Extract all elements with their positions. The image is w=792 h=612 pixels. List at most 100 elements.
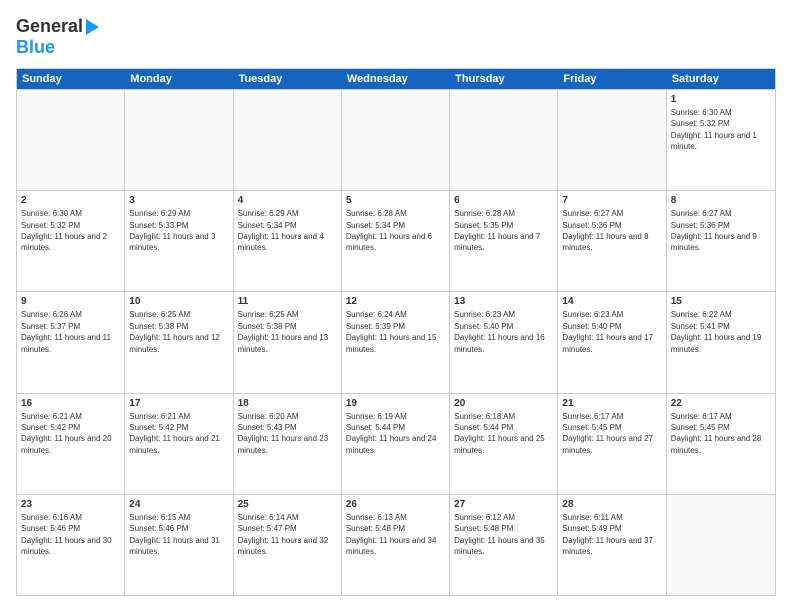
cal-cell: 2 Sunrise: 6:30 AM Sunset: 5:32 PM Daylig… bbox=[17, 191, 125, 291]
page: General Blue SundayMondayTuesdayWednesda… bbox=[0, 0, 792, 612]
day-number: 28 bbox=[562, 498, 661, 511]
cal-cell bbox=[342, 90, 450, 190]
header: General Blue bbox=[16, 16, 776, 58]
cell-info: Sunrise: 6:19 AM Sunset: 5:44 PM Dayligh… bbox=[346, 412, 437, 455]
cell-info: Sunrise: 6:30 AM Sunset: 5:32 PM Dayligh… bbox=[21, 209, 107, 252]
day-number: 16 bbox=[21, 397, 120, 410]
cell-info: Sunrise: 6:21 AM Sunset: 5:42 PM Dayligh… bbox=[129, 412, 220, 455]
cal-cell: 23 Sunrise: 6:16 AM Sunset: 5:46 PM Dayli… bbox=[17, 495, 125, 595]
cell-info: Sunrise: 6:25 AM Sunset: 5:38 PM Dayligh… bbox=[238, 310, 329, 353]
cal-cell: 5 Sunrise: 6:28 AM Sunset: 5:34 PM Daylig… bbox=[342, 191, 450, 291]
day-number: 1 bbox=[671, 93, 771, 106]
logo-blue: Blue bbox=[16, 37, 55, 58]
day-number: 13 bbox=[454, 295, 553, 308]
day-number: 22 bbox=[671, 397, 771, 410]
day-number: 9 bbox=[21, 295, 120, 308]
day-number: 11 bbox=[238, 295, 337, 308]
cal-cell: 13 Sunrise: 6:23 AM Sunset: 5:40 PM Dayli… bbox=[450, 292, 558, 392]
cell-info: Sunrise: 6:22 AM Sunset: 5:41 PM Dayligh… bbox=[671, 310, 762, 353]
cell-info: Sunrise: 6:26 AM Sunset: 5:37 PM Dayligh… bbox=[21, 310, 111, 353]
day-number: 24 bbox=[129, 498, 228, 511]
day-number: 4 bbox=[238, 194, 337, 207]
cell-info: Sunrise: 6:13 AM Sunset: 5:48 PM Dayligh… bbox=[346, 513, 437, 556]
cal-cell: 27 Sunrise: 6:12 AM Sunset: 5:48 PM Dayli… bbox=[450, 495, 558, 595]
cell-info: Sunrise: 6:28 AM Sunset: 5:35 PM Dayligh… bbox=[454, 209, 540, 252]
calendar-body: 1 Sunrise: 6:30 AM Sunset: 5:32 PM Daylig… bbox=[17, 89, 775, 595]
cal-cell: 18Sunrise: 6:20 AM Sunset: 5:43 PM Dayli… bbox=[234, 394, 342, 494]
day-number: 21 bbox=[562, 397, 661, 410]
cal-cell: 4 Sunrise: 6:29 AM Sunset: 5:34 PM Daylig… bbox=[234, 191, 342, 291]
cell-info: Sunrise: 6:11 AM Sunset: 5:49 PM Dayligh… bbox=[562, 513, 653, 556]
day-number: 3 bbox=[129, 194, 228, 207]
day-number: 14 bbox=[562, 295, 661, 308]
cal-cell bbox=[234, 90, 342, 190]
cal-cell bbox=[450, 90, 558, 190]
cal-cell bbox=[667, 495, 775, 595]
cell-info: Sunrise: 6:16 AM Sunset: 5:46 PM Dayligh… bbox=[21, 513, 112, 556]
cell-info: Sunrise: 6:29 AM Sunset: 5:34 PM Dayligh… bbox=[238, 209, 324, 252]
week-row-4: 23 Sunrise: 6:16 AM Sunset: 5:46 PM Dayli… bbox=[17, 494, 775, 595]
cal-cell: 17 Sunrise: 6:21 AM Sunset: 5:42 PM Dayli… bbox=[125, 394, 233, 494]
day-number: 2 bbox=[21, 194, 120, 207]
day-header-thursday: Thursday bbox=[450, 69, 558, 89]
cal-cell bbox=[125, 90, 233, 190]
cell-info: Sunrise: 6:27 AM Sunset: 5:36 PM Dayligh… bbox=[562, 209, 648, 252]
cal-cell: 19 Sunrise: 6:19 AM Sunset: 5:44 PM Dayli… bbox=[342, 394, 450, 494]
cal-cell: 12Sunrise: 6:24 AM Sunset: 5:39 PM Dayli… bbox=[342, 292, 450, 392]
day-header-monday: Monday bbox=[125, 69, 233, 89]
logo: General Blue bbox=[16, 16, 99, 58]
cal-cell: 20 Sunrise: 6:18 AM Sunset: 5:44 PM Dayli… bbox=[450, 394, 558, 494]
day-number: 10 bbox=[129, 295, 228, 308]
cal-cell: 22 Sunrise: 6:17 AM Sunset: 5:45 PM Dayli… bbox=[667, 394, 775, 494]
day-header-tuesday: Tuesday bbox=[234, 69, 342, 89]
day-header-wednesday: Wednesday bbox=[342, 69, 450, 89]
cal-cell: 28 Sunrise: 6:11 AM Sunset: 5:49 PM Dayli… bbox=[558, 495, 666, 595]
cal-cell: 14Sunrise: 6:23 AM Sunset: 5:40 PM Dayli… bbox=[558, 292, 666, 392]
cal-cell: 16Sunrise: 6:21 AM Sunset: 5:42 PM Dayli… bbox=[17, 394, 125, 494]
cal-cell: 21 Sunrise: 6:17 AM Sunset: 5:45 PM Dayli… bbox=[558, 394, 666, 494]
day-number: 15 bbox=[671, 295, 771, 308]
day-number: 27 bbox=[454, 498, 553, 511]
calendar-header: SundayMondayTuesdayWednesdayThursdayFrid… bbox=[17, 69, 775, 89]
cell-info: Sunrise: 6:17 AM Sunset: 5:45 PM Dayligh… bbox=[562, 412, 653, 455]
day-number: 20 bbox=[454, 397, 553, 410]
week-row-0: 1Sunrise: 6:30 AM Sunset: 5:32 PM Daylig… bbox=[17, 89, 775, 190]
cal-cell: 15 Sunrise: 6:22 AM Sunset: 5:41 PM Dayli… bbox=[667, 292, 775, 392]
cell-info: Sunrise: 6:15 AM Sunset: 5:46 PM Dayligh… bbox=[129, 513, 220, 556]
cal-cell: 11 Sunrise: 6:25 AM Sunset: 5:38 PM Dayli… bbox=[234, 292, 342, 392]
day-number: 6 bbox=[454, 194, 553, 207]
day-number: 5 bbox=[346, 194, 445, 207]
logo-general: General bbox=[16, 16, 83, 37]
week-row-1: 2 Sunrise: 6:30 AM Sunset: 5:32 PM Daylig… bbox=[17, 190, 775, 291]
day-header-saturday: Saturday bbox=[667, 69, 775, 89]
day-number: 17 bbox=[129, 397, 228, 410]
day-number: 8 bbox=[671, 194, 771, 207]
cal-cell: 1Sunrise: 6:30 AM Sunset: 5:32 PM Daylig… bbox=[667, 90, 775, 190]
cell-info: Sunrise: 6:23 AM Sunset: 5:40 PM Dayligh… bbox=[454, 310, 545, 353]
week-row-2: 9 Sunrise: 6:26 AM Sunset: 5:37 PM Daylig… bbox=[17, 291, 775, 392]
cell-info: Sunrise: 6:27 AM Sunset: 5:36 PM Dayligh… bbox=[671, 209, 757, 252]
cell-info: Sunrise: 6:29 AM Sunset: 5:33 PM Dayligh… bbox=[129, 209, 215, 252]
cal-cell: 3 Sunrise: 6:29 AM Sunset: 5:33 PM Daylig… bbox=[125, 191, 233, 291]
cal-cell: 25Sunrise: 6:14 AM Sunset: 5:47 PM Dayli… bbox=[234, 495, 342, 595]
cell-info: Sunrise: 6:18 AM Sunset: 5:44 PM Dayligh… bbox=[454, 412, 545, 455]
day-number: 26 bbox=[346, 498, 445, 511]
cal-cell: 6 Sunrise: 6:28 AM Sunset: 5:35 PM Daylig… bbox=[450, 191, 558, 291]
cell-info: Sunrise: 6:28 AM Sunset: 5:34 PM Dayligh… bbox=[346, 209, 432, 252]
cal-cell: 26 Sunrise: 6:13 AM Sunset: 5:48 PM Dayli… bbox=[342, 495, 450, 595]
cell-info: Sunrise: 6:12 AM Sunset: 5:48 PM Dayligh… bbox=[454, 513, 545, 556]
day-number: 19 bbox=[346, 397, 445, 410]
cal-cell: 9 Sunrise: 6:26 AM Sunset: 5:37 PM Daylig… bbox=[17, 292, 125, 392]
cal-cell bbox=[17, 90, 125, 190]
cal-cell: 24 Sunrise: 6:15 AM Sunset: 5:46 PM Dayli… bbox=[125, 495, 233, 595]
cell-info: Sunrise: 6:24 AM Sunset: 5:39 PM Dayligh… bbox=[346, 310, 437, 353]
cell-info: Sunrise: 6:20 AM Sunset: 5:43 PM Dayligh… bbox=[238, 412, 329, 455]
cell-info: Sunrise: 6:14 AM Sunset: 5:47 PM Dayligh… bbox=[238, 513, 329, 556]
cell-info: Sunrise: 6:25 AM Sunset: 5:38 PM Dayligh… bbox=[129, 310, 220, 353]
day-number: 7 bbox=[562, 194, 661, 207]
day-number: 23 bbox=[21, 498, 120, 511]
cal-cell: 10 Sunrise: 6:25 AM Sunset: 5:38 PM Dayli… bbox=[125, 292, 233, 392]
cell-info: Sunrise: 6:17 AM Sunset: 5:45 PM Dayligh… bbox=[671, 412, 762, 455]
calendar: SundayMondayTuesdayWednesdayThursdayFrid… bbox=[16, 68, 776, 596]
day-header-sunday: Sunday bbox=[17, 69, 125, 89]
